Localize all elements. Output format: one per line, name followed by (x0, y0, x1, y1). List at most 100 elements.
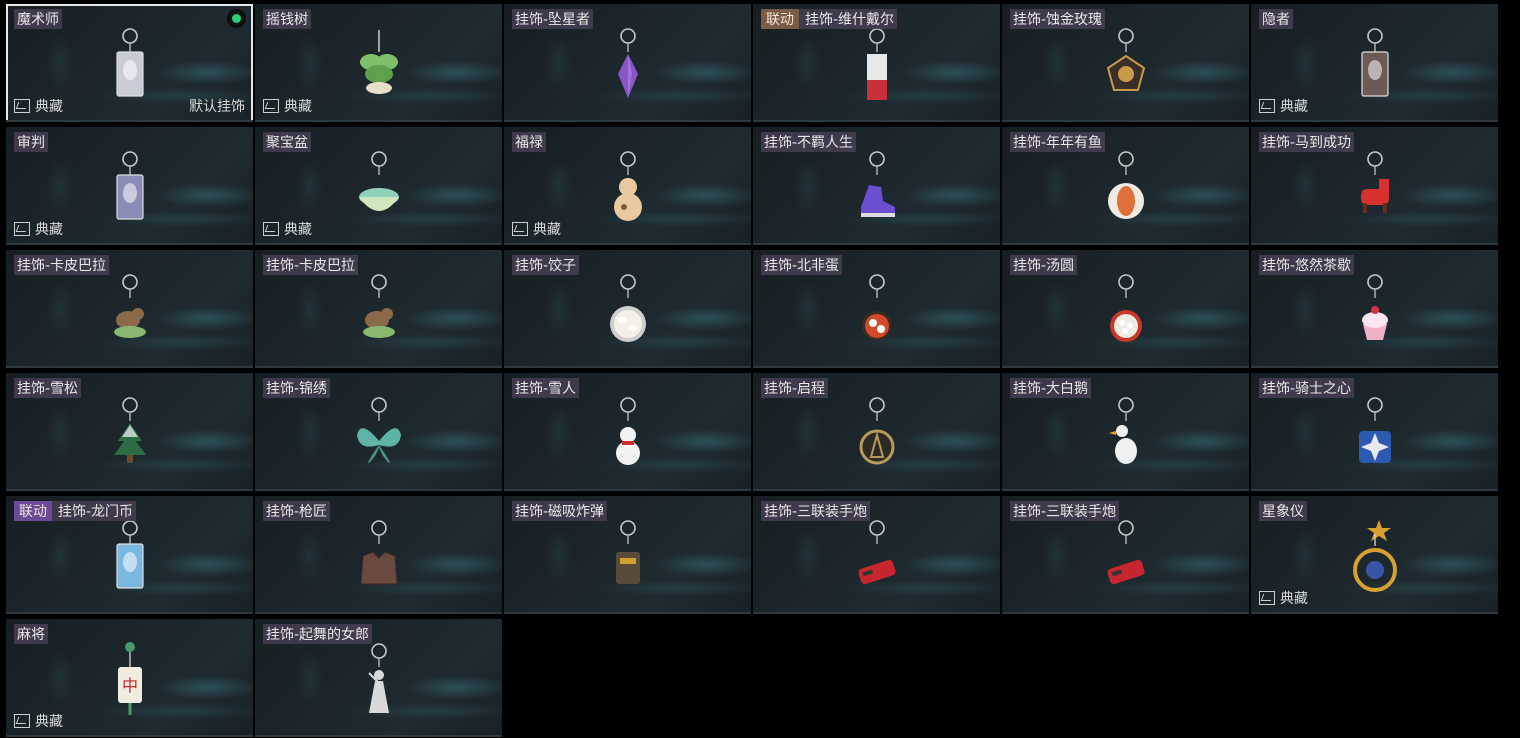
charm-tile[interactable]: 挂饰-雪松 (6, 373, 253, 491)
collection-icon (14, 714, 30, 728)
charm-tile[interactable]: 挂饰-不羁人生 (753, 127, 1000, 245)
gourd-icon (598, 145, 658, 235)
charm-name-text: 挂饰-蚀金玫瑰 (1013, 12, 1103, 28)
charm-grid: 魔术师 典藏 默认挂饰 摇钱树 典藏 挂饰-坠星者 联动 挂饰-维什戴尔 挂饰-蚀金玫瑰 隐者 典藏… (6, 4, 1498, 737)
charm-tile[interactable]: 联动 挂饰-龙门币 (6, 496, 253, 614)
charm-tile[interactable]: 麻将中典藏 (6, 619, 253, 737)
charm-tile[interactable]: 挂饰-雪人 (504, 373, 751, 491)
charm-name: 挂饰-卡皮巴拉 (263, 255, 359, 275)
charm-name: 魔术师 (14, 9, 62, 29)
collection-badge: 典藏 (263, 96, 312, 116)
cupcake-icon (1345, 268, 1405, 358)
charm-tile[interactable]: 挂饰-锦绣 (255, 373, 502, 491)
vest-icon (349, 514, 409, 604)
charm-name: 挂饰-骑士之心 (1259, 378, 1355, 398)
charm-name: 挂饰-北非蛋 (761, 255, 843, 275)
charm-name-text: 挂饰-年年有鱼 (1013, 135, 1103, 151)
charm-tile[interactable]: 魔术师典藏 默认挂饰 (6, 4, 253, 122)
capybara-icon (100, 268, 160, 358)
charm-name: 挂饰-枪匠 (263, 501, 331, 521)
collection-label: 典藏 (35, 99, 63, 115)
charm-name-text: 挂饰-不羁人生 (764, 135, 854, 151)
charm-tile[interactable]: 挂饰-汤圆 (1002, 250, 1249, 368)
charm-tile[interactable]: 聚宝盆 典藏 (255, 127, 502, 245)
charm-tile[interactable]: 摇钱树 典藏 (255, 4, 502, 122)
collection-badge: 典藏 (14, 711, 63, 731)
svg-text:中: 中 (121, 676, 137, 695)
charm-tile[interactable]: 挂饰-北非蛋 (753, 250, 1000, 368)
money-tree-icon (349, 22, 409, 112)
charm-name: 挂饰-蚀金玫瑰 (1010, 9, 1106, 29)
charm-name-text: 挂饰-骑士之心 (1262, 381, 1352, 397)
collection-badge: 典藏 (1259, 96, 1308, 116)
charm-tile[interactable]: 挂饰-蚀金玫瑰 (1002, 4, 1249, 122)
charm-name-text: 挂饰-饺子 (515, 258, 577, 274)
card-charm-icon (100, 514, 160, 604)
charm-tile[interactable]: 挂饰-坠星者 (504, 4, 751, 122)
hand-cannon-icon (847, 514, 907, 604)
pine-tree-icon (100, 391, 160, 481)
capybara-icon (349, 268, 409, 358)
charm-tile[interactable]: 联动 挂饰-维什戴尔 (753, 4, 1000, 122)
charm-name-text: 星象仪 (1262, 504, 1304, 520)
charm-name: 挂饰-三联装手炮 (761, 501, 871, 521)
charm-tile[interactable]: 挂饰-卡皮巴拉 (6, 250, 253, 368)
collection-badge: 典藏 (263, 219, 312, 239)
collection-icon (1259, 591, 1275, 605)
charm-tile[interactable]: 挂饰-大白鹅 (1002, 373, 1249, 491)
charm-name: 挂饰-坠星者 (512, 9, 594, 29)
tag-charm-icon (847, 22, 907, 112)
charm-name-text: 挂饰-汤圆 (1013, 258, 1075, 274)
card-charm-icon (100, 145, 160, 235)
charm-tile[interactable]: 福禄 典藏 (504, 127, 751, 245)
charm-tile[interactable]: 挂饰-悠然茶歇 (1251, 250, 1498, 368)
charm-name-text: 隐者 (1262, 12, 1290, 28)
charm-name: 联动 挂饰-维什戴尔 (761, 9, 898, 29)
charm-tile[interactable]: 挂饰-马到成功 (1251, 127, 1498, 245)
charm-tile[interactable]: 挂饰-卡皮巴拉 (255, 250, 502, 368)
charm-name: 挂饰-汤圆 (1010, 255, 1078, 275)
equipped-indicator-icon (229, 11, 244, 26)
charm-name: 挂饰-饺子 (512, 255, 580, 275)
charm-tile[interactable]: 挂饰-三联装手炮 (753, 496, 1000, 614)
charm-tile[interactable]: 星象仪 典藏 (1251, 496, 1498, 614)
charm-name: 星象仪 (1259, 501, 1307, 521)
charm-name: 挂饰-悠然茶歇 (1259, 255, 1355, 275)
compass-ring-icon (847, 391, 907, 481)
charm-tile[interactable]: 挂饰-三联装手炮 (1002, 496, 1249, 614)
charm-name: 挂饰-雪人 (512, 378, 580, 398)
treasure-bowl-icon (349, 145, 409, 235)
charm-name-text: 挂饰-启程 (764, 381, 826, 397)
charm-tile[interactable]: 挂饰-骑士之心 (1251, 373, 1498, 491)
charm-tile[interactable]: 挂饰-饺子 (504, 250, 751, 368)
charm-tile[interactable]: 挂饰-启程 (753, 373, 1000, 491)
horse-icon (1345, 145, 1405, 235)
charm-tile[interactable]: 挂饰-磁吸炸弹 (504, 496, 751, 614)
shakshuka-pan-icon (847, 268, 907, 358)
astrolabe-icon (1345, 514, 1405, 604)
charm-name: 挂饰-年年有鱼 (1010, 132, 1106, 152)
mahjong-tile-icon: 中 (100, 637, 160, 727)
charm-name-text: 摇钱树 (266, 12, 308, 28)
charm-name-text: 挂饰-起舞的女郎 (266, 627, 370, 643)
collection-label: 典藏 (1280, 99, 1308, 115)
charm-tile[interactable]: 隐者典藏 (1251, 4, 1498, 122)
charm-tile[interactable]: 审判 典藏 (6, 127, 253, 245)
charm-tile[interactable]: 挂饰-起舞的女郎 (255, 619, 502, 737)
charm-name-text: 挂饰-枪匠 (266, 504, 328, 520)
fish-plate-icon (1096, 145, 1156, 235)
charm-tile[interactable]: 挂饰-枪匠 (255, 496, 502, 614)
collection-label: 典藏 (284, 222, 312, 238)
charm-name-text: 挂饰-锦绣 (266, 381, 328, 397)
charm-name: 挂饰-卡皮巴拉 (14, 255, 110, 275)
charm-tile[interactable]: 挂饰-年年有鱼 (1002, 127, 1249, 245)
charm-name: 挂饰-三联装手炮 (1010, 501, 1120, 521)
collection-badge: 典藏 (1259, 588, 1308, 608)
default-charm-label: 默认挂饰 (189, 99, 245, 115)
dumpling-plate-icon (598, 268, 658, 358)
charm-name-text: 麻将 (17, 627, 45, 643)
collection-badge: 典藏 (512, 219, 561, 239)
butterfly-icon (349, 391, 409, 481)
charm-name-text: 挂饰-坠星者 (515, 12, 591, 28)
collection-label: 典藏 (35, 714, 63, 730)
